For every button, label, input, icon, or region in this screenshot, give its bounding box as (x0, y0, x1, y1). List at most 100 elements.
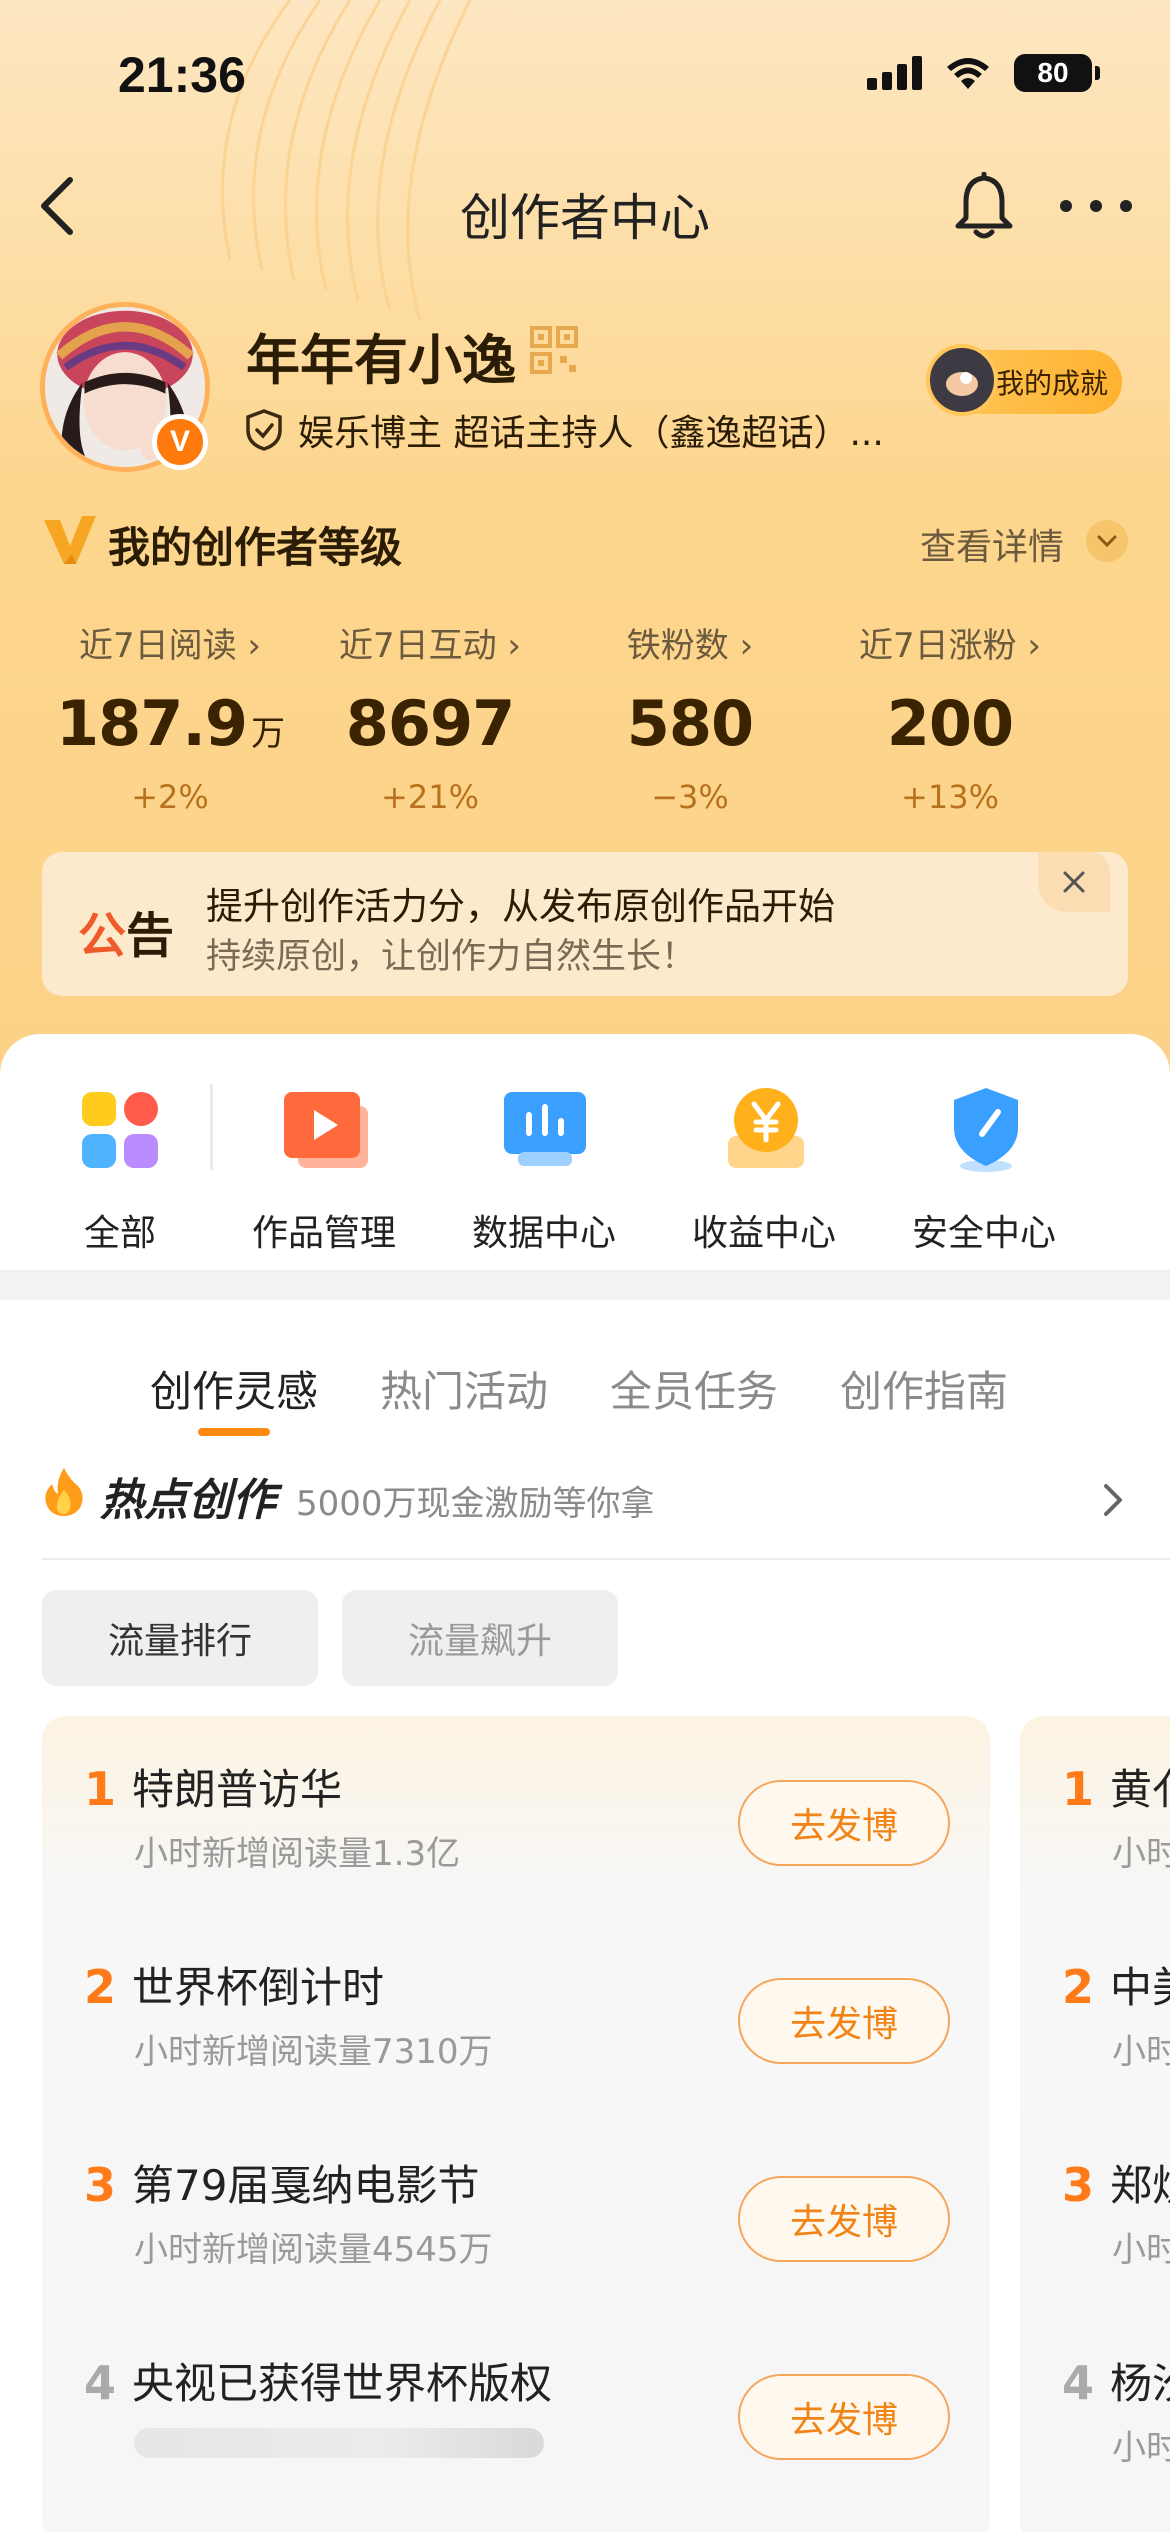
topic-title: 第79届戛纳电影节 (132, 2161, 480, 2210)
post-button[interactable]: 去发博 (738, 2374, 950, 2460)
ranking-card: 1 特朗普访华 小时新增阅读量1.3亿 去发博 2 世界杯倒计时 小时新增阅读量… (42, 1716, 990, 2532)
topic-stats: 小时 (1112, 2428, 1170, 2468)
rank-number: 1 (84, 1762, 117, 1816)
achievement-label: 我的成就 (995, 367, 1108, 400)
stat-label: 铁粉数 › (626, 626, 754, 666)
stat-label: 近7日互动 › (338, 626, 522, 666)
tool-label: 安全中心 (911, 1213, 1056, 1254)
tool-label: 全部 (83, 1213, 156, 1254)
rank-number: 4 (84, 2356, 117, 2410)
battery-icon: 80 (1014, 54, 1100, 92)
announcement-tag: 公告 (78, 908, 175, 964)
list-item[interactable]: 4 杨汐 小时 (1020, 2310, 1170, 2506)
stat-change: +21% (381, 778, 479, 816)
tool-income[interactable]: 收益中心 (664, 1082, 864, 1256)
topic-title: 中美 (1110, 1963, 1170, 2012)
ranking-card-next: 1 黄亻 小时 2 中美 小时 3 郑炽 小时 4 杨汐 小时 (1020, 1716, 1170, 2532)
stat-value: 187.9 万 (55, 687, 285, 760)
tool-bar: 全部 作品管理 数据中心 收益中心 安全中心 (0, 1034, 1170, 1270)
topic-title: 郑炽 (1110, 2161, 1170, 2210)
rank-number: 2 (84, 1960, 117, 2014)
list-item[interactable]: 2 世界杯倒计时 小时新增阅读量7310万 去发博 (42, 1914, 990, 2110)
yen-coin-icon (728, 1088, 804, 1168)
verification-text: 娱乐博主 超话主持人（鑫逸超话）... (298, 413, 884, 454)
topic-stats: 小时新增阅读量7310万 (134, 2032, 493, 2072)
list-item[interactable]: 1 黄亻 小时 (1020, 1716, 1170, 1912)
tool-divider (210, 1084, 213, 1170)
level-v-icon (44, 516, 96, 564)
topic-title: 黄亻 (1110, 1765, 1170, 1814)
tool-label: 数据中心 (471, 1213, 616, 1254)
verification-info[interactable]: 娱乐博主 超话主持人（鑫逸超话）... (244, 404, 924, 456)
stat-change: −3% (651, 778, 729, 816)
stats-row: 近7日阅读 › 187.9 万 +2% 近7日互动 › 8697 +21% 铁粉数… (40, 618, 1140, 816)
tab-hot-events[interactable]: 热门活动 (380, 1358, 548, 1419)
stat-iron-fans[interactable]: 铁粉数 › 580 −3% (560, 618, 820, 816)
stat-value: 8697 (345, 687, 516, 760)
bell-icon[interactable] (952, 172, 1016, 240)
grid-icon (82, 1092, 158, 1168)
topic-title: 特朗普访华 (132, 1765, 343, 1814)
topic-stats: 小时新增阅读量4545万 (134, 2230, 493, 2270)
close-icon[interactable] (1038, 852, 1110, 912)
username: 年年有小逸 (246, 329, 516, 392)
topic-stats: 小时 (1112, 2230, 1170, 2270)
rank-number: 2 (1062, 1960, 1095, 2014)
stat-new-fans[interactable]: 近7日涨粉 › 200 +13% (820, 618, 1080, 816)
status-time: 21:36 (118, 47, 246, 103)
tab-guide[interactable]: 创作指南 (840, 1358, 1008, 1419)
divider (42, 1558, 1170, 1560)
topic-title: 央视已获得世界杯版权 (132, 2359, 553, 2408)
chip-traffic-rising[interactable]: 流量飙升 (342, 1590, 618, 1686)
flame-icon (45, 1468, 83, 1516)
tool-data[interactable]: 数据中心 (444, 1082, 644, 1256)
shield-check-icon (246, 409, 282, 451)
chevron-right-icon[interactable] (1100, 1480, 1126, 1520)
stat-reads[interactable]: 近7日阅读 › 187.9 万 +2% (40, 618, 300, 816)
post-button[interactable]: 去发博 (738, 1780, 950, 1866)
post-button[interactable]: 去发博 (738, 1978, 950, 2064)
tool-label: 作品管理 (251, 1213, 396, 1254)
rank-number: 3 (84, 2158, 117, 2212)
rank-number: 1 (1062, 1762, 1095, 1816)
tool-works[interactable]: 作品管理 (224, 1082, 424, 1256)
wifi-icon (947, 58, 989, 89)
tool-all[interactable]: 全部 (20, 1082, 220, 1256)
medal-icon (926, 344, 998, 416)
shield-icon (954, 1088, 1018, 1172)
level-detail-link[interactable]: 查看详情 (920, 518, 1064, 570)
content-tabs: 创作灵感 热门活动 全员任务 创作指南 (150, 1358, 1008, 1436)
verified-badge: V (152, 414, 208, 470)
achievement-button[interactable]: 我的成就 (926, 344, 1122, 416)
stat-label: 近7日涨粉 › (858, 626, 1042, 666)
announcement-banner[interactable]: 公告 提升创作活力分，从发布原创作品开始 持续原创，让创作力自然生长！ (42, 852, 1128, 996)
topic-stats: 小时新增阅读量1.3亿 (134, 1834, 461, 1874)
list-item[interactable]: 3 郑炽 小时 (1020, 2112, 1170, 2308)
announcement-title: 提升创作活力分，从发布原创作品开始 (206, 885, 835, 928)
list-item[interactable]: 3 第79届戛纳电影节 小时新增阅读量4545万 去发博 (42, 2112, 990, 2308)
topic-stats: 小时 (1112, 1834, 1170, 1874)
post-button[interactable]: 去发博 (738, 2176, 950, 2262)
stat-value: 580 (626, 687, 754, 760)
tab-inspiration[interactable]: 创作灵感 (150, 1358, 318, 1436)
stat-label: 近7日阅读 › (78, 626, 262, 666)
stat-change: +13% (901, 778, 999, 816)
tab-tasks[interactable]: 全员任务 (610, 1358, 778, 1419)
tool-security[interactable]: 安全中心 (884, 1082, 1084, 1256)
chart-icon (504, 1092, 586, 1166)
hot-creation-subtitle: 5000万现金激励等你拿 (296, 1484, 655, 1524)
list-item[interactable]: 1 特朗普访华 小时新增阅读量1.3亿 去发博 (42, 1716, 990, 1912)
content-panel: 创作灵感 热门活动 全员任务 创作指南 热点创作 5000万现金激励等你拿 流量… (0, 1300, 1170, 2532)
list-item[interactable]: 2 中美 小时 (1020, 1914, 1170, 2110)
chevron-down-icon[interactable] (1086, 520, 1128, 562)
topic-title: 世界杯倒计时 (132, 1963, 385, 2012)
stat-unit: 万 (251, 714, 285, 754)
more-options-icon[interactable] (1058, 196, 1134, 216)
signal-icon (867, 56, 922, 90)
hot-creation-title: 热点创作 (100, 1475, 276, 1526)
stat-interactions[interactable]: 近7日互动 › 8697 +21% (300, 618, 560, 816)
status-icons: 80 (867, 54, 1100, 92)
list-item[interactable]: 4 央视已获得世界杯版权 去发博 (42, 2310, 990, 2506)
chip-traffic-ranking[interactable]: 流量排行 (42, 1590, 318, 1686)
qr-code-icon[interactable] (530, 326, 578, 374)
